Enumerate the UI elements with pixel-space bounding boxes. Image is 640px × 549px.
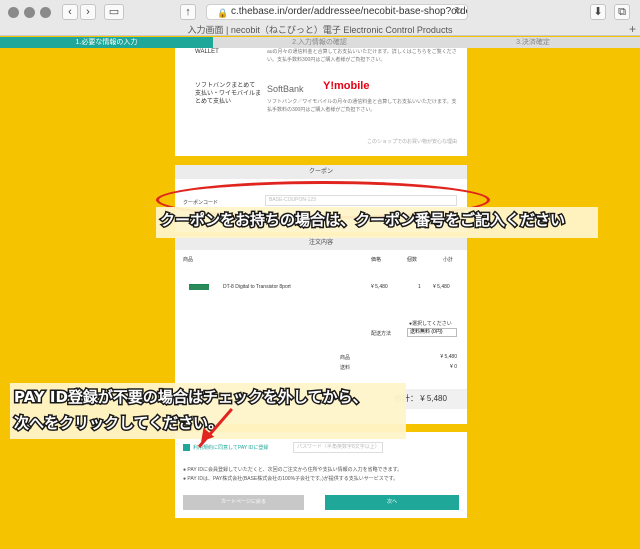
pay-id-note-2: ● PAY IDは、PAY株式会社(BASE株式会社の100%子会社です。)が提… — [183, 476, 399, 482]
zoom-window-icon[interactable] — [40, 7, 51, 18]
payment-methods: WALLET auの月々の通信料金と合算してお支払いいただけます。詳しくはこちら… — [175, 48, 467, 156]
goods-value: ¥ 5,480 — [440, 354, 457, 360]
payid-annotation-line2: 次へをクリックしてください。 — [12, 413, 224, 434]
wallet-label: WALLET — [195, 49, 219, 55]
coupon-annotation: クーポンをお持ちの場合は、クーポン番号をご記入ください — [158, 210, 566, 231]
col-item: 商品 — [183, 257, 194, 263]
item-name[interactable]: DT-8 Digital to Transistor 8port — [223, 284, 291, 290]
address-bar[interactable]: 🔒 c.thebase.in/order/addressee/necobit-b… — [206, 4, 468, 20]
order-heading: 注文内容 — [175, 236, 467, 250]
browser-toolbar: ‹ › ▭ ↑ 🔒 c.thebase.in/order/addressee/n… — [0, 0, 640, 36]
shipping-method-label: 配送方法 — [371, 331, 392, 337]
forward-button[interactable]: › — [80, 4, 96, 20]
ymobile-logo: Y!mobile — [323, 80, 370, 92]
shipping-note: ●選択してください — [409, 321, 452, 327]
pay-id-checkbox[interactable] — [183, 444, 190, 451]
next-button[interactable]: 次へ — [325, 495, 459, 510]
item-price: ¥ 5,480 — [371, 284, 388, 290]
softbank-description: ソフトバンク／ワイモバイルの月々の通信料金と合算してお支払いいただけます。支払手… — [267, 99, 457, 113]
tabs-icon[interactable]: ⧉ — [614, 4, 630, 20]
payid-annotation-line1: PAY ID登録が不要の場合はチェックを外してから、 — [12, 387, 368, 408]
col-qty: 個数 — [407, 257, 418, 263]
sidebar-icon[interactable]: ▭ — [104, 4, 124, 20]
close-window-icon[interactable] — [8, 7, 19, 18]
step-input: 1.必要な情報の入力 — [0, 37, 213, 48]
softbank-label[interactable]: ソフトバンクまとめて支払い・ワイモバイルまとめて支払い — [195, 82, 261, 106]
product-image[interactable] — [189, 284, 209, 290]
shipping-select[interactable]: 送料無料 (0円) — [407, 328, 457, 337]
share-icon[interactable]: ↑ — [180, 4, 196, 20]
item-subtotal: ¥ 5,480 — [433, 284, 450, 290]
checkout-progress: 1.必要な情報の入力 2.入力情報の確認 3.決済確定 — [0, 37, 640, 48]
shipping-value: ¥ 0 — [450, 364, 457, 370]
pay-id-section: 利用規約に同意してPAY IDに登録 パスワード（半角英数字8文字以上） ● P… — [175, 432, 467, 518]
total-value: ¥ 5,480 — [420, 394, 447, 403]
softbank-logo: SoftBank — [267, 84, 304, 94]
reload-icon[interactable]: ↻ — [455, 5, 463, 19]
new-tab-icon[interactable]: + — [629, 22, 636, 36]
item-qty: 1 — [418, 284, 421, 290]
step-confirm: 2.入力情報の確認 — [292, 39, 347, 46]
col-price: 価格 — [371, 257, 382, 263]
lock-icon: 🔒 — [217, 8, 229, 18]
minimize-window-icon[interactable] — [24, 7, 35, 18]
goods-label: 商品 — [340, 355, 351, 361]
password-input[interactable]: パスワード（半角英数字8文字以上） — [293, 442, 383, 453]
download-icon[interactable]: ⬇ — [590, 4, 606, 20]
wallet-description: auの月々の通信料金と合算してお支払いいただけます。詳しくはこちらをご覧ください… — [267, 49, 457, 63]
shipping-label: 送料 — [340, 365, 351, 371]
url-text: c.thebase.in/order/addressee/necobit-bas… — [231, 6, 467, 17]
col-subtotal: 小計 — [443, 257, 454, 263]
coupon-heading: クーポン — [175, 165, 467, 179]
pay-id-note-1: ● PAY IDに会員登録していただくと、次回のご注文から住所や支払い情報の入力… — [183, 467, 403, 473]
safety-link[interactable]: このショップでのお買い物が安心な理由 — [367, 138, 457, 145]
back-button[interactable]: ‹ — [62, 4, 78, 20]
tab-title[interactable]: 入力画面 | necobit（ねこびっと）電子 Electronic Contr… — [0, 23, 640, 36]
back-to-cart-button[interactable]: カートページに戻る — [183, 495, 304, 510]
step-complete: 3.決済確定 — [516, 39, 550, 46]
